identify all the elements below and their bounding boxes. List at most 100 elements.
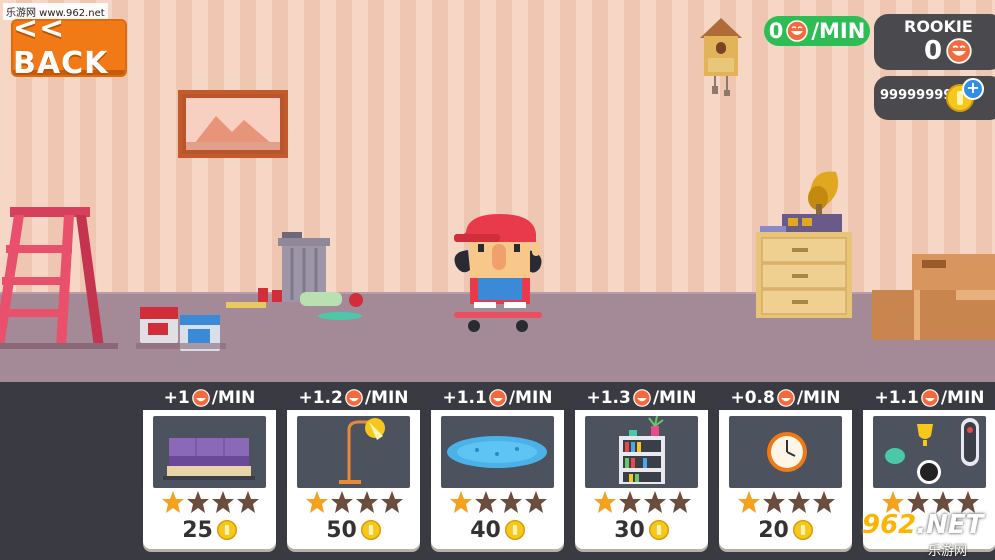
star-empty-icon — [212, 491, 234, 513]
bookshelf-icon — [619, 415, 665, 484]
card-rate-value: +1.1 — [442, 388, 487, 408]
shop-item-card[interactable]: +1.3 /MIN 30 — [575, 384, 708, 549]
star-empty-icon — [763, 491, 785, 513]
room-scene — [0, 0, 995, 382]
card-star-rating — [449, 490, 549, 516]
card-star-rating — [305, 490, 405, 516]
trophy-decor-icon — [885, 418, 979, 484]
smile-currency-icon — [489, 389, 507, 407]
income-rate-value: 0 — [768, 19, 784, 43]
cuckoo-clock-icon — [700, 18, 742, 96]
card-rate-header: +1 /MIN — [143, 384, 276, 412]
smile-currency-icon — [633, 389, 651, 407]
coin-icon — [504, 520, 525, 540]
card-rate-header: +1.3 /MIN — [575, 384, 708, 412]
logo-sub-text: 乐游网 — [928, 544, 968, 559]
coin-icon — [360, 520, 381, 540]
sofa-icon — [163, 438, 255, 480]
coin-icon — [792, 520, 813, 540]
back-button[interactable]: << BACK — [13, 11, 125, 81]
card-preview — [873, 416, 986, 488]
add-coins-button[interactable]: + — [962, 78, 984, 100]
card-body: 40 — [431, 410, 564, 549]
smile-currency-icon — [946, 38, 972, 64]
card-rate-header: +1.2 /MIN — [287, 384, 420, 412]
player-character — [454, 214, 542, 332]
star-empty-icon — [669, 491, 691, 513]
ladder-icon — [0, 207, 118, 349]
smile-currency-icon — [921, 389, 939, 407]
star-filled-icon — [594, 491, 616, 513]
wall-picture-frame — [178, 90, 288, 158]
card-preview — [441, 416, 554, 488]
card-rate-header: +1.1 /MIN — [431, 384, 564, 412]
card-rate-unit: /MIN — [211, 388, 256, 408]
rank-smile-count: 0 — [924, 36, 943, 66]
star-empty-icon — [788, 491, 810, 513]
smile-currency-icon — [777, 389, 795, 407]
shop-item-card[interactable]: +1.1 /MIN 40 — [431, 384, 564, 549]
card-star-rating — [593, 490, 693, 516]
star-empty-icon — [381, 491, 403, 513]
card-rate-value: +1.1 — [874, 388, 919, 408]
card-body: 20 — [719, 410, 852, 549]
rank-label: ROOKIE — [904, 17, 973, 36]
star-empty-icon — [237, 491, 259, 513]
card-rate-unit: /MIN — [508, 388, 553, 408]
card-price-value: 50 — [326, 517, 357, 543]
trash-can-icon — [226, 232, 363, 320]
card-price-value: 40 — [470, 517, 501, 543]
card-rate-header: +1.1 /MIN — [863, 384, 995, 412]
star-empty-icon — [525, 491, 547, 513]
card-rate-value: +1.2 — [298, 388, 343, 408]
back-button-label: << BACK — [13, 10, 109, 81]
card-rate-unit: /MIN — [796, 388, 841, 408]
logo-net-text: .NET — [916, 510, 984, 540]
card-body: 30 — [575, 410, 708, 549]
card-price-value: 25 — [182, 517, 213, 543]
wall-clock-icon — [767, 432, 807, 472]
star-empty-icon — [619, 491, 641, 513]
paint-cans-icon — [136, 307, 226, 351]
coin-icon — [648, 520, 669, 540]
lamp-icon — [339, 418, 385, 484]
star-empty-icon — [356, 491, 378, 513]
smile-currency-icon — [345, 389, 363, 407]
card-rate-value: +1 — [163, 388, 190, 408]
coin-icon — [216, 520, 237, 540]
card-star-rating — [737, 490, 837, 516]
star-empty-icon — [500, 491, 522, 513]
rug-icon — [447, 436, 547, 468]
card-price: 25 — [143, 516, 276, 544]
card-rate-header: +0.8 /MIN — [719, 384, 852, 412]
shop-item-card[interactable]: +1.2 /MIN 50 — [287, 384, 420, 549]
star-filled-icon — [450, 491, 472, 513]
star-filled-icon — [162, 491, 184, 513]
coin-balance: 99999999 — [880, 88, 953, 103]
card-price-value: 30 — [614, 517, 645, 543]
card-star-rating — [161, 490, 261, 516]
card-price: 30 — [575, 516, 708, 544]
star-filled-icon — [738, 491, 760, 513]
star-empty-icon — [475, 491, 497, 513]
card-price-value: 20 — [758, 517, 789, 543]
card-preview — [297, 416, 410, 488]
card-price: 20 — [719, 516, 852, 544]
card-price: 40 — [431, 516, 564, 544]
card-body: 50 — [287, 410, 420, 549]
logo-main-text: 962 — [862, 510, 917, 540]
card-rate-unit: /MIN — [652, 388, 697, 408]
card-rate-unit: /MIN — [940, 388, 985, 408]
shop-item-card[interactable]: +1 /MIN 25 — [143, 384, 276, 549]
star-empty-icon — [187, 491, 209, 513]
income-rate-unit: /MIN — [811, 19, 866, 43]
card-preview — [153, 416, 266, 488]
dresser-gramophone-icon — [756, 171, 852, 318]
rank-panel: ROOKIE 0 — [874, 14, 995, 70]
smile-currency-icon — [191, 389, 210, 407]
card-rate-value: +0.8 — [730, 388, 775, 408]
star-filled-icon — [306, 491, 328, 513]
shop-item-card[interactable]: +0.8 /MIN 20 — [719, 384, 852, 549]
card-preview — [729, 416, 842, 488]
card-preview — [585, 415, 698, 488]
